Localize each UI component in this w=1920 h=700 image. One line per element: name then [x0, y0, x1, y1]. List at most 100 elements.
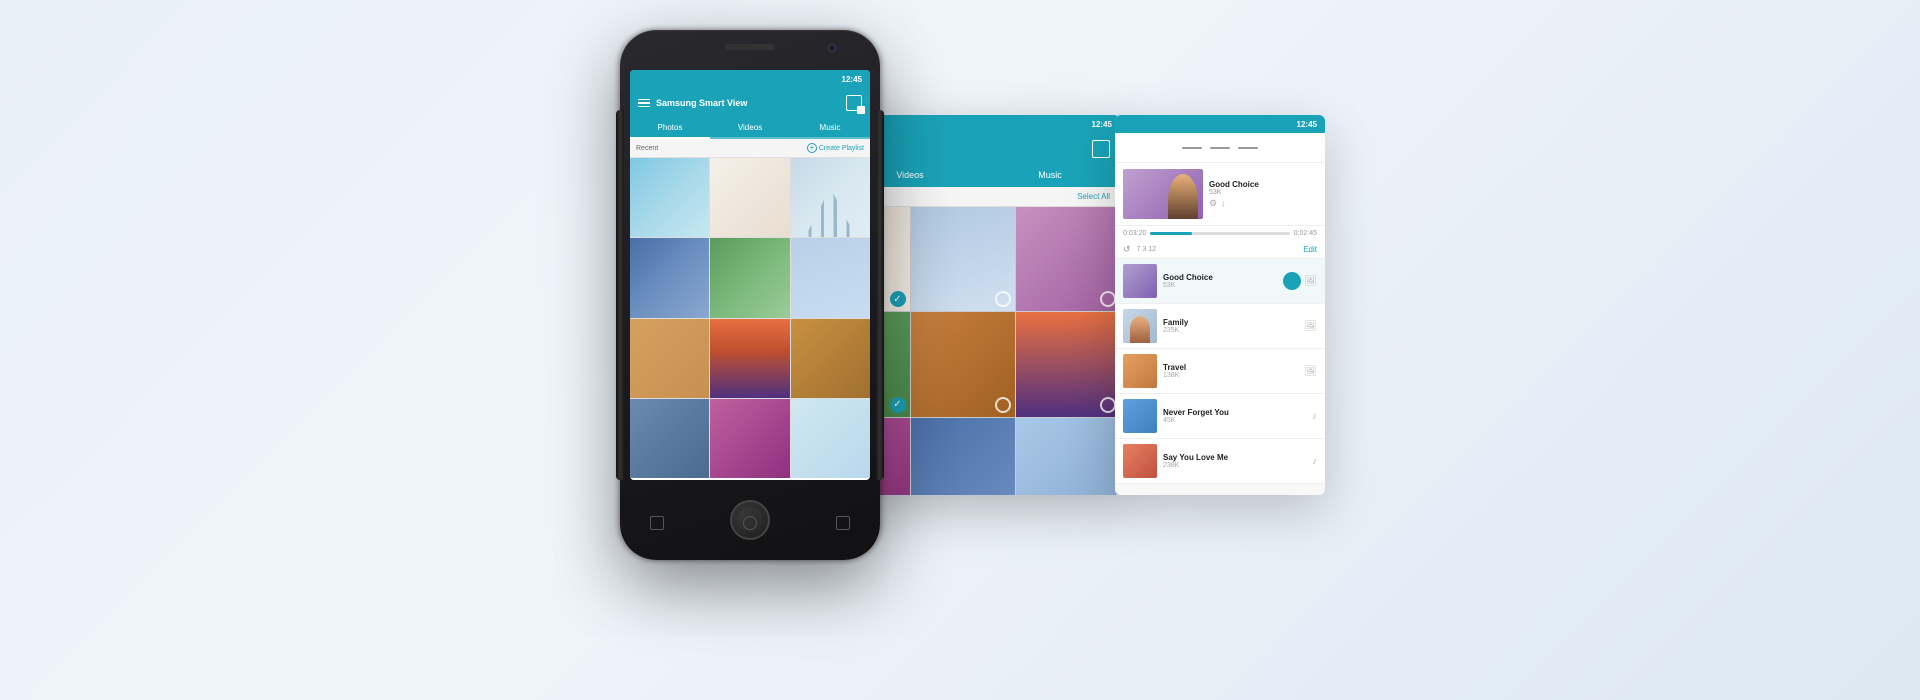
playlist-count-travel: 138K [1163, 372, 1298, 379]
bp-photo-11[interactable] [911, 418, 1015, 496]
playlist-info-family: Family 235K [1163, 318, 1298, 334]
playlist-type-say: ♪ [1312, 456, 1317, 467]
phone-tabs: Photos Videos Music [630, 118, 870, 139]
album-art-person [1168, 174, 1198, 219]
phone-photo-1[interactable] [630, 158, 709, 237]
phone-nav-buttons [620, 516, 880, 530]
now-playing-count: 53K [1209, 189, 1317, 196]
playlist-count-say: 238K [1163, 462, 1306, 469]
phone-device: 12:45 Samsung Smart View Photos Videos M… [620, 30, 880, 560]
playlist-thumb-say [1123, 444, 1157, 478]
bp-tab-music[interactable]: Music [980, 165, 1120, 187]
phone-photo-7[interactable] [630, 319, 709, 398]
phone-photo-9[interactable] [791, 319, 870, 398]
playlist-name-never: Never Forget You [1163, 408, 1306, 417]
bp-uncheck-8 [1100, 397, 1116, 413]
playlist-item-travel[interactable]: Travel 138K 🖼 [1115, 349, 1325, 394]
playlist-thumb-travel [1123, 354, 1157, 388]
playlist-count-good: 53K [1163, 282, 1298, 289]
phone-back-button[interactable] [650, 516, 664, 530]
rp-menu-line3 [1238, 147, 1258, 149]
playlist-item-family[interactable]: Family 235K 🖼 [1115, 304, 1325, 349]
bp-check-2: ✓ [890, 291, 906, 307]
counts-label: 7 3 12 [1137, 246, 1156, 253]
phone-photo-6[interactable] [791, 238, 870, 317]
playlist-type-good: 🖼 [1304, 276, 1317, 287]
bp-photo-8[interactable] [1016, 312, 1120, 416]
bp-uncheck-7 [995, 397, 1011, 413]
phone-photo-3[interactable] [791, 158, 870, 237]
create-playlist-button[interactable]: + Create Playlist [807, 143, 864, 153]
playback-controls: 0:03:20 0:02:45 [1115, 226, 1325, 241]
sub-controls: ↺ 7 3 12 Edit [1115, 241, 1325, 259]
download-icon[interactable]: ↓ [1221, 198, 1226, 209]
phone-photo-2[interactable] [710, 158, 789, 237]
tab-videos[interactable]: Videos [710, 118, 790, 137]
playlist-name-say: Say You Love Me [1163, 453, 1306, 462]
create-playlist-label: Create Playlist [819, 145, 864, 152]
phone-photo-12[interactable] [791, 399, 870, 478]
right-panel: 12:45 Good Choice 53K ⚙ ↓ 0:03:20 [1115, 115, 1325, 495]
rp-menu-line1 [1182, 147, 1202, 149]
bp-photo-7[interactable] [911, 312, 1015, 416]
playlist-item-never[interactable]: Never Forget You 45K ♪ [1115, 394, 1325, 439]
progress-fill [1150, 232, 1192, 235]
phone-photo-4[interactable] [630, 238, 709, 317]
playlist-list: Good Choice 53K 🖼 Family 235K 🖼 [1115, 259, 1325, 484]
playlist-info-travel: Travel 138K [1163, 363, 1298, 379]
playlist-type-travel: 🖼 [1304, 366, 1317, 377]
bp-check-6: ✓ [890, 397, 906, 413]
playlist-count-family: 235K [1163, 327, 1298, 334]
album-art-thumbnail [1123, 169, 1203, 219]
phone-camera [828, 44, 836, 52]
playlist-item-say[interactable]: Say You Love Me 238K ♪ [1115, 439, 1325, 484]
rp-menu-line2 [1210, 147, 1230, 149]
phone-edge-left [616, 110, 624, 480]
bp-status-time: 12:45 [1092, 120, 1112, 129]
playlist-count-never: 45K [1163, 417, 1306, 424]
settings-icon[interactable]: ⚙ [1209, 198, 1217, 209]
playlist-name-family: Family [1163, 318, 1298, 327]
now-playing-info: Good Choice 53K ⚙ ↓ [1209, 180, 1317, 209]
edit-button[interactable]: Edit [1303, 245, 1317, 254]
cast-icon[interactable] [846, 95, 862, 111]
playlist-info-say: Say You Love Me 238K [1163, 453, 1306, 469]
phone-photo-11[interactable] [710, 399, 789, 478]
playlist-type-never: ♪ [1312, 411, 1317, 422]
phone-photo-grid [630, 158, 870, 478]
phone-recents-button[interactable] [836, 516, 850, 530]
bp-cast-icon[interactable] [1092, 140, 1110, 158]
phone-status-bar: 12:45 [630, 70, 870, 88]
phone-app-header: Samsung Smart View [630, 88, 870, 118]
phone-app-title: Samsung Smart View [656, 98, 840, 108]
playlist-info-never: Never Forget You 45K [1163, 408, 1306, 424]
tab-photos[interactable]: Photos [630, 118, 710, 139]
np-action-icons: ⚙ ↓ [1209, 198, 1317, 209]
playlist-item-good-choice[interactable]: Good Choice 53K 🖼 [1115, 259, 1325, 304]
phone-speaker [725, 44, 775, 50]
bp-photo-12[interactable] [1016, 418, 1120, 496]
now-playing-indicator [1283, 272, 1301, 290]
playlist-type-family: 🖼 [1304, 321, 1317, 332]
phone-edge-right [876, 110, 884, 480]
playlist-thumb-good [1123, 264, 1157, 298]
playlist-thumb-never [1123, 399, 1157, 433]
bp-select-all[interactable]: Select All [1077, 192, 1110, 201]
playlist-name-good: Good Choice [1163, 273, 1298, 282]
bp-photo-4[interactable] [1016, 207, 1120, 311]
now-playing-section: Good Choice 53K ⚙ ↓ [1115, 163, 1325, 226]
phone-home-soft-button[interactable] [743, 516, 757, 530]
plus-circle-icon: + [807, 143, 817, 153]
bp-photo-3[interactable] [911, 207, 1015, 311]
hamburger-icon[interactable] [638, 99, 650, 108]
rp-status-bar: 12:45 [1115, 115, 1325, 133]
tab-music[interactable]: Music [790, 118, 870, 137]
progress-bar[interactable] [1150, 232, 1289, 235]
phone-photo-10[interactable] [630, 399, 709, 478]
phone-photo-5[interactable] [710, 238, 789, 317]
playlist-name-travel: Travel [1163, 363, 1298, 372]
phone-photo-8[interactable] [710, 319, 789, 398]
playlist-info-good: Good Choice 53K [1163, 273, 1298, 289]
repeat-icon[interactable]: ↺ [1123, 244, 1131, 255]
phone-toolbar: Recent + Create Playlist [630, 139, 870, 158]
